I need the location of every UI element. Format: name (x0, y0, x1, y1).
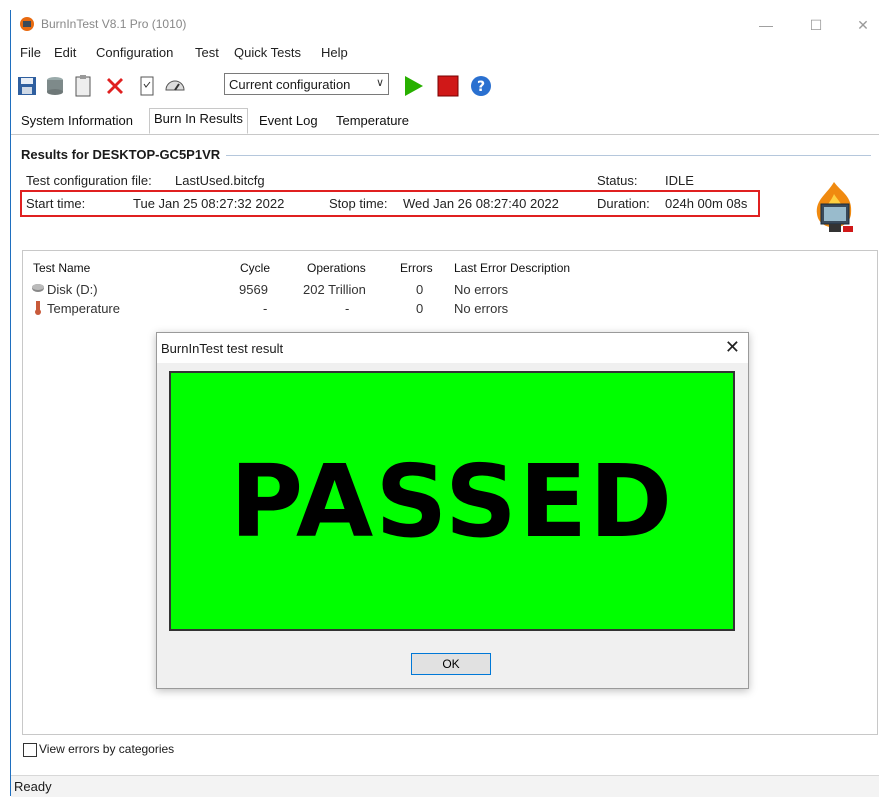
tab-burn-in-results[interactable]: Burn In Results (149, 108, 248, 134)
main-window: BurnInTest V8.1 Pro (1010) — ☐ ✕ File Ed… (10, 10, 879, 797)
duration-value: 024h 00m 08s (665, 196, 748, 211)
start-time-label: Start time: (26, 196, 86, 211)
title-bar[interactable]: BurnInTest V8.1 Pro (1010) — ☐ ✕ (11, 10, 879, 40)
configuration-select-value: Current configuration (229, 77, 351, 92)
menu-bar: File Edit Configuration Test Quick Tests… (11, 43, 879, 63)
menu-edit[interactable]: Edit (54, 45, 76, 60)
delete-icon[interactable] (103, 74, 127, 98)
status-bar: Ready (11, 775, 879, 797)
tab-system-information[interactable]: System Information (17, 111, 137, 130)
passed-result-text: PASSED (229, 442, 675, 560)
row-cycle: 9569 (239, 282, 268, 297)
column-header-errors[interactable]: Errors (400, 261, 433, 275)
ok-button[interactable]: OK (411, 653, 491, 675)
burnintest-app-icon (19, 16, 35, 32)
stop-time-label: Stop time: (329, 196, 388, 211)
status-text: Ready (14, 779, 52, 794)
config-file-value: LastUsed.bitcfg (175, 173, 265, 188)
tab-event-log[interactable]: Event Log (255, 111, 322, 130)
status-label: Status: (597, 173, 638, 188)
menu-help[interactable]: Help (321, 45, 348, 60)
results-heading: Results for DESKTOP-GC5P1VR (21, 147, 221, 162)
column-header-cycle[interactable]: Cycle (240, 261, 270, 275)
column-header-test-name[interactable]: Test Name (33, 261, 90, 275)
thermometer-icon (33, 301, 43, 318)
close-icon[interactable]: ✕ (843, 14, 879, 36)
play-icon[interactable] (401, 74, 425, 98)
view-errors-label: View errors by categories (39, 742, 175, 756)
menu-configuration[interactable]: Configuration (96, 45, 173, 60)
chevron-down-icon: ∨ (375, 77, 384, 89)
column-header-last-error[interactable]: Last Error Description (454, 261, 570, 275)
row-cycle: - (263, 301, 268, 316)
menu-file[interactable]: File (20, 45, 41, 60)
dialog-title-bar[interactable]: BurnInTest test result ✕ (157, 333, 748, 363)
config-file-label: Test configuration file: (26, 173, 152, 188)
column-header-operations[interactable]: Operations (307, 261, 366, 275)
save-icon[interactable] (15, 74, 39, 98)
row-operations: 202 Trillion (303, 282, 366, 297)
row-test-name: Disk (D:) (47, 282, 98, 297)
status-value: IDLE (665, 173, 694, 188)
row-errors: 0 (416, 301, 424, 316)
row-description: No errors (454, 301, 509, 316)
cylinders-icon[interactable] (43, 74, 67, 98)
row-test-name: Temperature (47, 301, 120, 316)
configuration-select[interactable]: Current configuration ∨ (224, 73, 389, 95)
row-operations: - (345, 301, 350, 316)
passed-result-panel: PASSED (169, 371, 735, 631)
row-errors: 0 (416, 282, 424, 297)
stop-time-value: Wed Jan 26 08:27:40 2022 (403, 196, 559, 211)
disk-icon (31, 282, 45, 297)
stop-icon[interactable] (436, 74, 460, 98)
minimize-icon[interactable]: — (746, 14, 786, 36)
gauge-icon[interactable] (163, 74, 187, 98)
view-errors-checkbox[interactable] (23, 743, 37, 757)
row-description: No errors (454, 282, 509, 297)
tab-bar: System Information Burn In Results Event… (11, 108, 879, 135)
dialog-title: BurnInTest test result (161, 341, 284, 356)
clipboard-icon[interactable] (71, 74, 95, 98)
menu-quick-tests[interactable]: Quick Tests (234, 45, 301, 60)
svg-text:?: ? (477, 79, 485, 95)
help-icon[interactable]: ? (469, 74, 493, 98)
start-time-value: Tue Jan 25 08:27:32 2022 (133, 196, 285, 211)
document-icon[interactable] (135, 74, 159, 98)
burning-monitor-icon (809, 180, 859, 240)
test-result-dialog: BurnInTest test result ✕ PASSED OK (156, 332, 749, 689)
results-divider (226, 155, 871, 156)
duration-label: Duration: (597, 196, 650, 211)
window-title: BurnInTest V8.1 Pro (1010) (41, 17, 187, 31)
maximize-icon[interactable]: ☐ (796, 14, 836, 36)
toolbar: Current configuration ∨ ? (11, 72, 879, 102)
tab-temperature[interactable]: Temperature (332, 111, 413, 130)
menu-test[interactable]: Test (195, 45, 219, 60)
dialog-close-icon[interactable]: ✕ (725, 337, 740, 358)
